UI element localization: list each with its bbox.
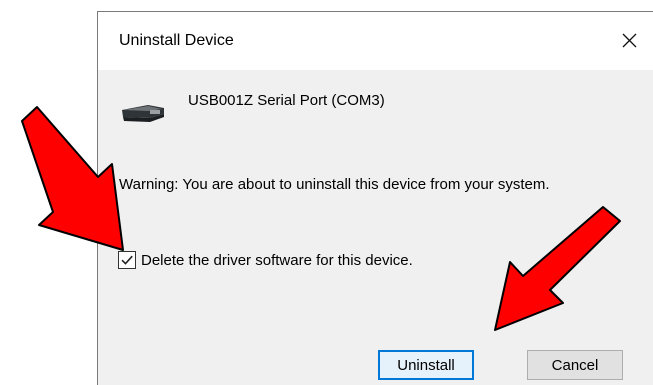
close-icon: [622, 33, 637, 48]
cancel-button[interactable]: Cancel: [527, 350, 623, 380]
uninstall-button[interactable]: Uninstall: [378, 350, 474, 380]
delete-driver-checkbox-label: Delete the driver software for this devi…: [141, 251, 413, 269]
delete-driver-checkbox[interactable]: [118, 251, 136, 269]
checkmark-icon: [121, 255, 133, 265]
serial-port-icon: [122, 105, 164, 122]
device-name: USB001Z Serial Port (COM3): [188, 92, 385, 109]
warning-message: Warning: You are about to uninstall this…: [119, 176, 550, 193]
delete-driver-checkbox-row[interactable]: Delete the driver software for this devi…: [118, 250, 413, 270]
dialog-title: Uninstall Device: [119, 32, 234, 49]
screenshot-stage: Uninstall Device USB001Z Serial Port (CO…: [0, 0, 653, 385]
uninstall-device-dialog: Uninstall Device USB001Z Serial Port (CO…: [97, 11, 653, 385]
close-button[interactable]: [614, 26, 644, 54]
dialog-titlebar: Uninstall Device: [98, 12, 653, 70]
